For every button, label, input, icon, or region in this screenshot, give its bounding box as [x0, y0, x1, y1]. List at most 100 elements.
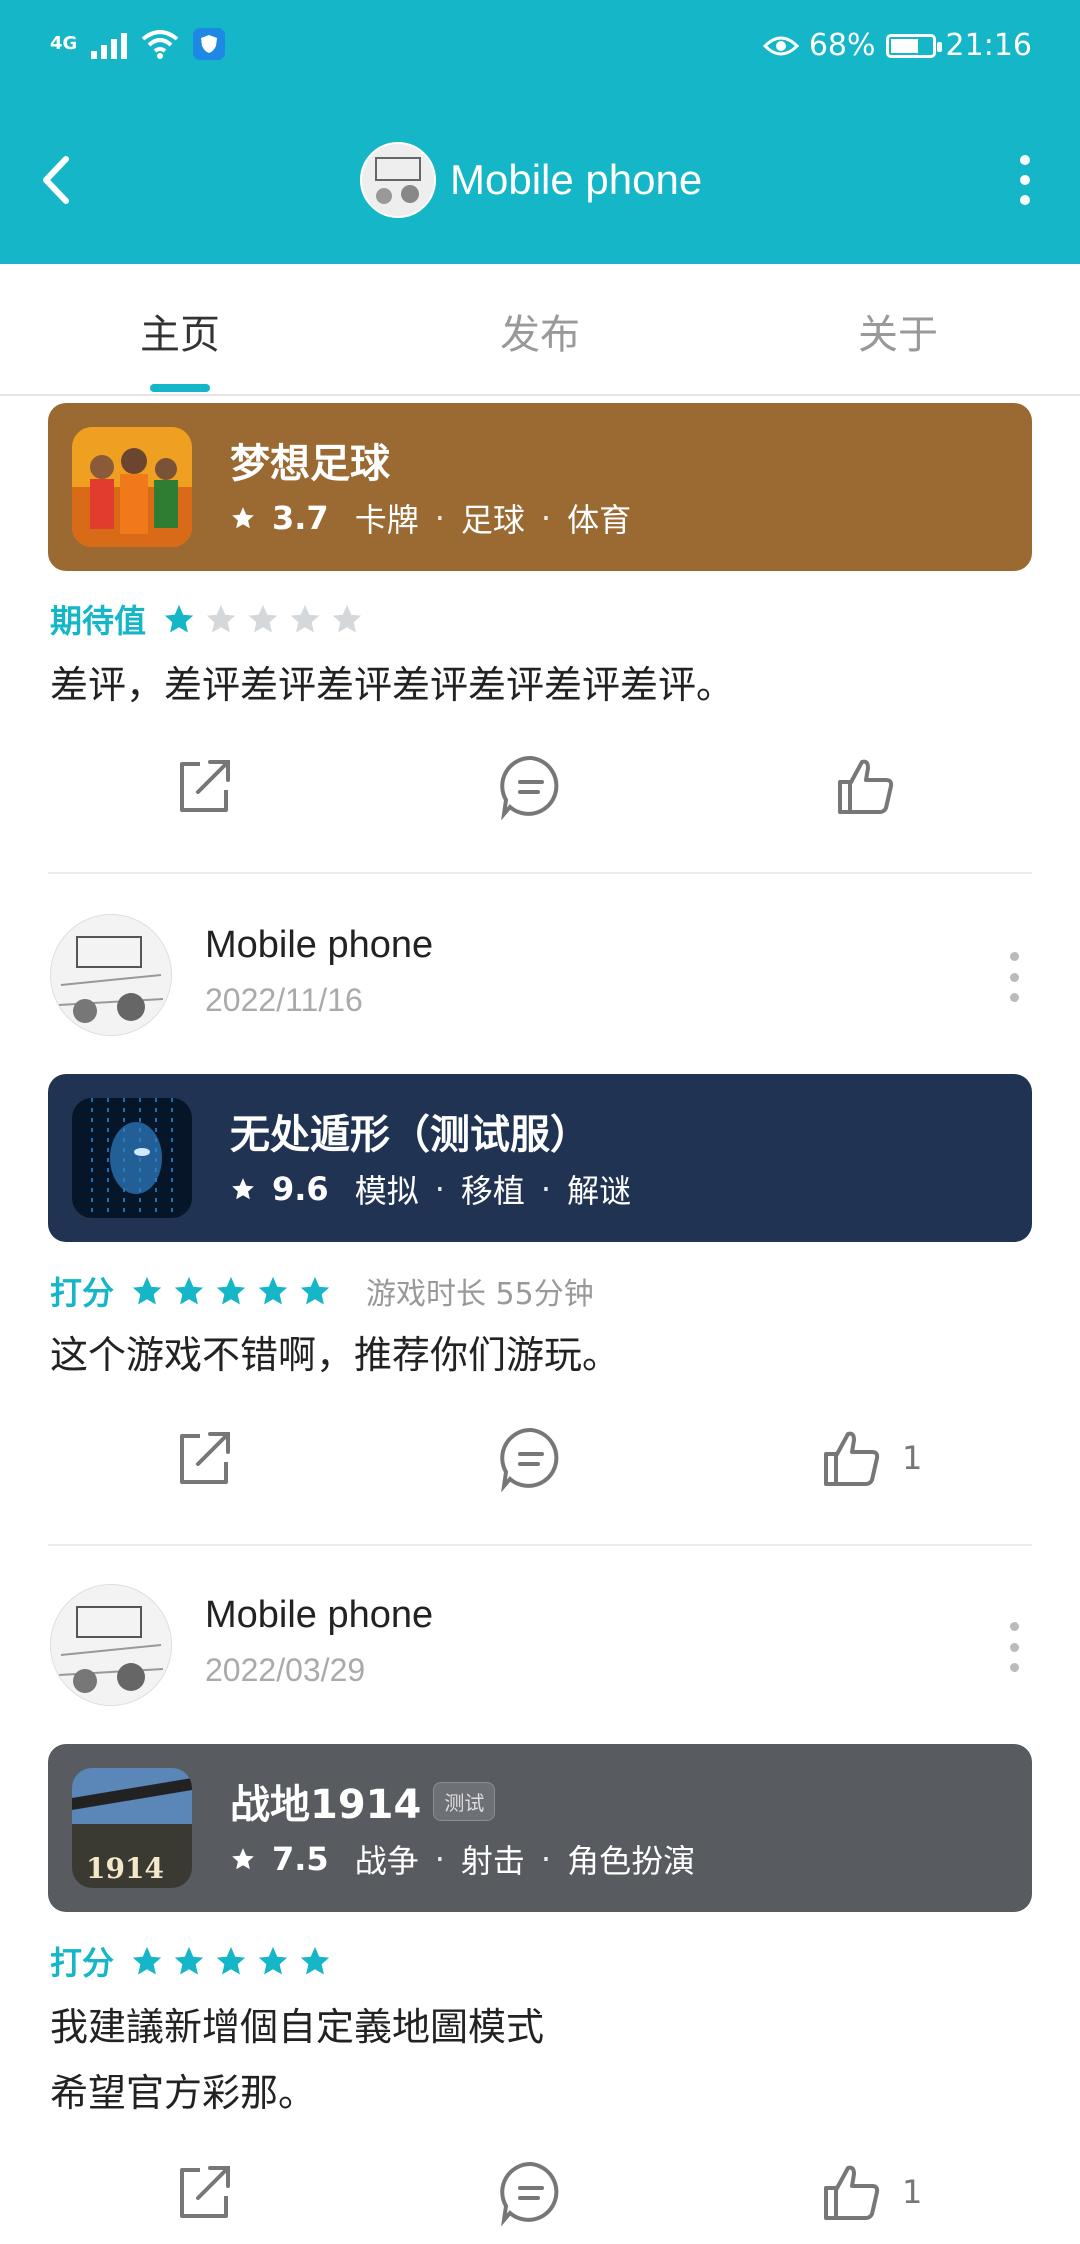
game-card[interactable]: 梦想足球 3.7 卡牌 · 足球 · 体育: [48, 403, 1032, 571]
game-card[interactable]: 1914 战地1914 测试 7.5 战争 · 射击 · 角色扮演: [48, 1744, 1032, 1912]
tab-indicator: [150, 384, 210, 392]
test-badge: 测试: [433, 1781, 496, 1821]
like-button[interactable]: 1: [820, 2160, 922, 2224]
play-time: 游戏时长 55分钟: [366, 1277, 594, 1312]
chevron-left-icon: [43, 156, 69, 204]
network-type: 4G: [50, 33, 78, 54]
game-tag: 角色扮演: [567, 1842, 696, 1880]
share-icon: [180, 760, 230, 812]
game-name: 无处遁形（测试服）: [230, 1112, 590, 1158]
like-button[interactable]: 1: [820, 1426, 922, 1490]
star-icon: [232, 1848, 254, 1870]
star-icon: [232, 1178, 254, 1200]
star-filled-icon: [216, 1276, 246, 1305]
game-card[interactable]: 无处遁形（测试服） 9.6 模拟 · 移植 · 解谜: [48, 1074, 1032, 1242]
review-author: Mobile phone 2022/03/29: [50, 1584, 1030, 1714]
review-actions: 1: [0, 1426, 1080, 1506]
status-bar-left: 4G: [50, 28, 226, 60]
star-filled-icon: [174, 1946, 204, 1975]
star-empty-icon: [206, 604, 236, 633]
avatar: [360, 142, 436, 218]
divider: [48, 872, 1032, 874]
rating-label: 期待值: [50, 602, 147, 640]
shield-icon: [193, 28, 226, 60]
game-tag: 足球: [460, 501, 525, 539]
star-empty-icon: [290, 604, 320, 633]
share-icon: [180, 1432, 230, 1484]
star-filled-icon: [300, 1276, 330, 1305]
share-icon: [180, 2166, 230, 2218]
game-tag: 解谜: [567, 1172, 632, 1210]
thumbs-up-icon: [824, 1431, 880, 1486]
rating-row: 打分: [50, 1938, 332, 1984]
review-more-button[interactable]: [1008, 1622, 1020, 1672]
rating-row: 打分 游戏时长 55分钟: [50, 1268, 594, 1314]
star-filled-icon: [132, 1946, 162, 1975]
comment-icon: [500, 2161, 559, 2226]
review-author: Mobile phone 2022/11/16: [50, 914, 1030, 1044]
star-filled-icon: [164, 604, 194, 633]
divider: [48, 1544, 1032, 1546]
game-score: 7.5: [272, 1840, 329, 1878]
author-name[interactable]: Mobile phone: [205, 924, 433, 967]
battery-icon: [885, 33, 942, 58]
review-text: 差评，差评差评差评差评差评差评差评。: [50, 663, 735, 707]
game-meta: 3.7 卡牌 · 足球 · 体育: [230, 495, 631, 541]
review-actions: 1: [0, 2160, 1080, 2240]
comment-icon: [500, 755, 559, 820]
like-button[interactable]: [834, 754, 916, 818]
comment-button[interactable]: [498, 1426, 564, 1492]
share-button[interactable]: [172, 1426, 236, 1490]
game-tag: 射击: [460, 1842, 525, 1880]
author-name[interactable]: Mobile phone: [205, 1594, 433, 1637]
share-button[interactable]: [172, 2160, 236, 2224]
rating-stars: [162, 602, 364, 636]
app-header: 4G 68% 21:16 Mobile phone: [0, 0, 1080, 264]
more-options-button[interactable]: [1010, 150, 1040, 210]
review-date: 2022/03/29: [205, 1652, 366, 1688]
avatar[interactable]: [50, 914, 172, 1036]
tab-bar: 主页 发布 关于: [0, 264, 1080, 396]
game-tag: 卡牌: [354, 501, 419, 539]
review-text: 我建議新增個自定義地圖模式 希望官方彩那。: [50, 2005, 545, 2115]
share-button[interactable]: [172, 754, 236, 818]
thumbs-up-icon: [824, 2165, 880, 2220]
game-tag: 模拟: [354, 1172, 419, 1210]
rating-label: 打分: [50, 1274, 115, 1312]
game-icon: 1914: [72, 1768, 192, 1888]
thumbs-up-icon: [838, 759, 894, 814]
star-filled-icon: [258, 1276, 288, 1305]
review-more-button[interactable]: [1008, 952, 1020, 1002]
game-tag: 移植: [460, 1172, 525, 1210]
game-score: 3.7: [272, 499, 329, 537]
star-filled-icon: [300, 1946, 330, 1975]
back-button[interactable]: [40, 150, 90, 210]
tab-publish[interactable]: 发布: [500, 302, 580, 360]
game-icon-text: 1914: [86, 1852, 164, 1885]
comment-button[interactable]: [498, 2160, 564, 2226]
review-date: 2022/11/16: [205, 982, 363, 1018]
like-count: 1: [902, 1439, 923, 1477]
game-icon: [72, 427, 192, 547]
star-filled-icon: [216, 1946, 246, 1975]
star-filled-icon: [174, 1276, 204, 1305]
comment-button[interactable]: [498, 754, 564, 820]
review-text: 这个游戏不错啊，推荐你们游玩。: [50, 1333, 621, 1377]
page-title: Mobile phone: [450, 156, 703, 203]
eye-comfort-icon: [762, 36, 799, 55]
rating-stars: [130, 1944, 332, 1978]
game-meta: 7.5 战争 · 射击 · 角色扮演: [230, 1836, 695, 1882]
rating-label: 打分: [50, 1944, 115, 1982]
game-name: 战地1914 测试: [230, 1772, 496, 1830]
star-filled-icon: [132, 1276, 162, 1305]
status-bar-right: 68% 21:16: [762, 28, 1032, 63]
game-score: 9.6: [272, 1170, 329, 1208]
tab-about[interactable]: 关于: [858, 302, 938, 360]
clock: 21:16: [945, 28, 1032, 63]
avatar[interactable]: [50, 1584, 172, 1706]
tab-home[interactable]: 主页: [140, 302, 220, 360]
review-actions: [0, 754, 1080, 834]
game-icon: [72, 1098, 192, 1218]
game-tag: 战争: [354, 1842, 419, 1880]
game-tag: 体育: [567, 501, 632, 539]
